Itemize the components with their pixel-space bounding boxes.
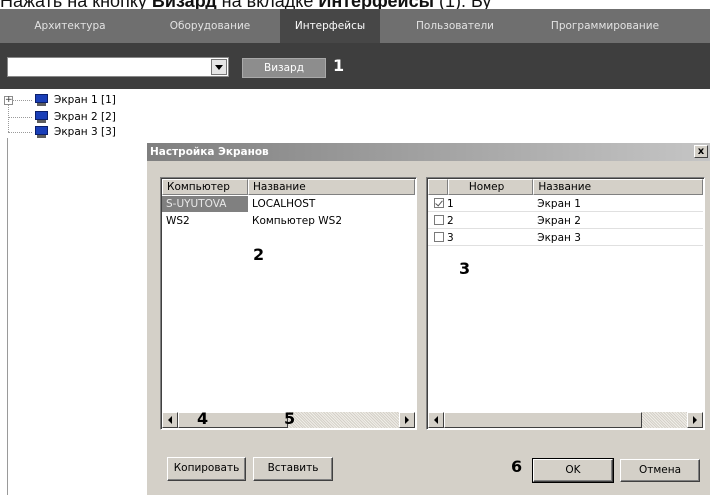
computers-list-header: Компьютер Название: [162, 179, 415, 195]
ok-button[interactable]: OK: [532, 458, 614, 483]
marker-3: 3: [459, 259, 471, 278]
tree-connector-line: [8, 117, 32, 118]
chevron-down-icon[interactable]: [211, 59, 227, 75]
scroll-thumb[interactable]: [444, 412, 642, 428]
table-row[interactable]: 3 Экран 3: [428, 230, 703, 246]
object-select-combo[interactable]: [7, 57, 229, 77]
column-header-computer[interactable]: Компьютер: [162, 179, 248, 195]
table-row[interactable]: 2 Экран 2: [428, 213, 703, 229]
tree-item-screen-2[interactable]: Экран 2 [2]: [34, 110, 116, 124]
dialog-title: Настройка Экранов: [147, 143, 710, 161]
tab-equipment[interactable]: Оборудование: [140, 9, 280, 43]
scroll-thumb[interactable]: [178, 412, 288, 428]
list-item[interactable]: WS2 Компьютер WS2: [162, 213, 415, 229]
tree-item-label: Экран 3 [3]: [54, 126, 116, 138]
number-cell: 1: [428, 196, 533, 212]
close-icon[interactable]: x: [694, 145, 708, 158]
marker-6: 6: [511, 457, 523, 476]
tree-connector-line: [8, 132, 32, 133]
computer-name-cell: LOCALHOST: [252, 198, 316, 210]
column-header-check[interactable]: [428, 179, 448, 195]
screen-name-cell: Экран 1: [537, 198, 581, 210]
column-header-number[interactable]: Номер: [447, 179, 534, 195]
cancel-button[interactable]: Отмена: [620, 459, 700, 482]
tree-item-label: Экран 1 [1]: [54, 94, 116, 106]
tab-users[interactable]: Пользователи: [380, 9, 530, 43]
tree-item-screen-1[interactable]: Экран 1 [1]: [34, 93, 116, 107]
monitor-icon: [34, 94, 50, 106]
main-tab-bar: Архитектура Оборудование Интерфейсы Поль…: [0, 9, 710, 43]
screen-number: 2: [447, 215, 454, 227]
column-header-name[interactable]: Название: [533, 179, 703, 195]
column-header-name[interactable]: Название: [248, 179, 415, 195]
scroll-track[interactable]: [642, 412, 687, 428]
screen-number: 3: [447, 232, 454, 244]
computers-list: Компьютер Название S-UYUTOVA LOCALHOST W…: [160, 177, 417, 430]
tree-item-screen-3[interactable]: Экран 3 [3]: [34, 125, 116, 139]
marker-5: 5: [284, 409, 296, 428]
computer-name-cell: Компьютер WS2: [252, 215, 342, 227]
scroll-left-icon[interactable]: [428, 412, 444, 428]
wizard-button[interactable]: Визард: [242, 58, 326, 78]
scroll-track[interactable]: [288, 412, 399, 428]
marker-2: 2: [253, 245, 265, 264]
screen-settings-dialog: Настройка Экранов x Компьютер Название S…: [146, 142, 710, 495]
list-item[interactable]: S-UYUTOVA LOCALHOST: [162, 196, 415, 212]
tab-programming[interactable]: Программирование: [530, 9, 680, 43]
tab-architecture[interactable]: Архитектура: [0, 9, 140, 43]
screens-list-header: Номер Название: [428, 179, 703, 195]
marker-4: 4: [197, 409, 209, 428]
screens-hscrollbar[interactable]: [428, 412, 703, 428]
scroll-right-icon[interactable]: [687, 412, 703, 428]
table-row[interactable]: 1 Экран 1: [428, 196, 703, 212]
screens-list: Номер Название 1 Экран 1 2 Экран 2 3 Экр…: [426, 177, 705, 430]
tree-item-label: Экран 2 [2]: [54, 111, 116, 123]
checkbox-checked[interactable]: [434, 198, 444, 208]
tree-connector-line: [8, 105, 9, 132]
scroll-right-icon[interactable]: [399, 412, 415, 428]
number-cell: 3: [428, 230, 533, 246]
computer-cell: WS2: [166, 215, 190, 227]
paste-button[interactable]: Вставить: [253, 457, 333, 481]
screen-name-cell: Экран 3: [537, 232, 581, 244]
monitor-icon: [34, 111, 50, 123]
tab-interfaces[interactable]: Интерфейсы: [280, 9, 380, 43]
tree-connector-line: [12, 100, 32, 101]
number-cell: 2: [428, 213, 533, 229]
screen-number: 1: [447, 198, 454, 210]
scroll-left-icon[interactable]: [162, 412, 178, 428]
screen-name-cell: Экран 2: [537, 215, 581, 227]
marker-1: 1: [333, 56, 345, 75]
computer-cell: S-UYUTOVA: [162, 196, 248, 212]
checkbox[interactable]: [434, 215, 444, 225]
screenshot-root: Нажать на кнопку Визард на вкладке Интер…: [0, 0, 710, 495]
panel-divider: [7, 138, 8, 495]
monitor-icon: [34, 126, 50, 138]
checkbox[interactable]: [434, 232, 444, 242]
copy-button[interactable]: Копировать: [167, 457, 246, 481]
interfaces-toolbar: Визард 1: [0, 43, 710, 89]
